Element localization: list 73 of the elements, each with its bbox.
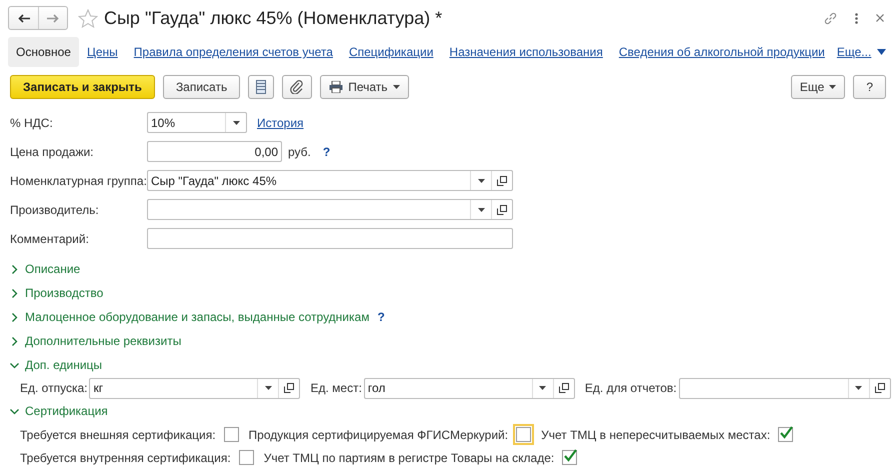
checkbox[interactable] [238, 450, 254, 465]
tab[interactable]: Спецификации [340, 37, 442, 67]
more-icon[interactable] [855, 12, 858, 24]
open-icon [558, 383, 569, 393]
attach-button[interactable] [282, 75, 312, 99]
tab[interactable]: Цены [78, 37, 126, 67]
list-button[interactable] [248, 75, 274, 99]
field-label: Ед. для отчетов: [584, 381, 677, 395]
close-icon[interactable] [876, 14, 884, 22]
section-title[interactable]: Дополнительные реквизиты [25, 334, 182, 348]
checkbox-label: Продукция сертифицируемая ФГИСМеркурий: [248, 428, 508, 442]
tab[interactable]: Правила определения счетов учета [126, 37, 341, 67]
dropdown-icon [829, 85, 836, 89]
help-link[interactable]: ? [377, 310, 385, 324]
checkbox-label: Учет ТМЦ по партиям в регистре Товары на складе: [264, 450, 554, 464]
field-label: Производитель: [10, 202, 100, 216]
tab[interactable]: Основное [8, 37, 79, 67]
more-button[interactable]: Еще [790, 75, 846, 99]
open-icon [497, 176, 507, 186]
section-title[interactable]: Производство [25, 286, 104, 300]
field-label: Номенклатурная группа: [10, 174, 147, 188]
dropdown-icon [478, 208, 484, 212]
paperclip-icon [290, 80, 304, 94]
price-field[interactable]: 0,00 [147, 141, 282, 162]
arrow-left-icon [18, 14, 30, 22]
dropdown-icon [264, 386, 272, 390]
field-label: Комментарий: [10, 232, 90, 246]
dropdown-icon [232, 120, 240, 124]
section-title[interactable]: Доп. единицы [25, 358, 102, 372]
star-icon[interactable] [78, 8, 98, 28]
section-title[interactable]: Малоценное оборудование и запасы, выданные сотрудникам [25, 310, 370, 324]
checkbox-label: Учет ТМЦ в непересчитываемых местах: [541, 428, 770, 442]
checkbox-label: Требуется внутренняя сертификация: [20, 450, 231, 464]
dropdown-icon [478, 178, 484, 182]
printer-icon [329, 81, 344, 93]
dropdown-icon [539, 386, 546, 390]
window-title: Сыр "Гауда" люкс 45% (Номенклатура) * [104, 8, 444, 28]
dropdown-icon [877, 49, 886, 55]
section-title[interactable]: Описание [25, 262, 80, 276]
history-link[interactable]: История [257, 116, 304, 130]
unit-field[interactable]: кг [89, 378, 300, 398]
field-label: Цена продажи: [10, 144, 95, 158]
comment-field[interactable] [147, 228, 513, 249]
field-label: % НДС: [10, 116, 54, 130]
help-link[interactable]: ? [322, 144, 330, 158]
tab[interactable]: Сведения об алкогольной продукции [610, 37, 833, 67]
checkbox-label: Требуется внешняя сертификация: [20, 428, 216, 442]
save-and-close-button[interactable]: Записать и закрыть [10, 75, 155, 99]
field-label: Ед. мест: [310, 381, 362, 395]
dropdown-icon [392, 85, 400, 89]
link-icon[interactable] [824, 12, 837, 24]
unit-field[interactable] [678, 378, 891, 398]
section-title[interactable]: Сертификация [25, 404, 108, 418]
vat-select[interactable]: 10% [147, 112, 247, 133]
open-icon [284, 383, 294, 393]
currency-label: руб. [288, 144, 311, 158]
field-label: Ед. отпуска: [20, 381, 88, 395]
checkbox[interactable] [562, 450, 578, 465]
tab[interactable]: Назначения использования [441, 37, 611, 67]
checkbox[interactable] [224, 427, 239, 442]
unit-field[interactable]: гол [364, 378, 575, 398]
reference-field[interactable]: Сыр "Гауда" люкс 45% [147, 170, 513, 191]
list-icon [256, 80, 266, 94]
save-button[interactable]: Записать [162, 75, 240, 99]
arrow-right-icon [47, 14, 59, 22]
open-icon [497, 204, 507, 214]
dropdown-icon [855, 386, 862, 390]
help-button[interactable]: ? [853, 75, 886, 99]
more-tabs-link[interactable]: Еще... [836, 45, 886, 59]
reference-field[interactable] [147, 199, 513, 220]
checkbox[interactable] [778, 427, 794, 442]
print-button[interactable]: Печать [320, 75, 409, 99]
open-icon [874, 383, 885, 393]
